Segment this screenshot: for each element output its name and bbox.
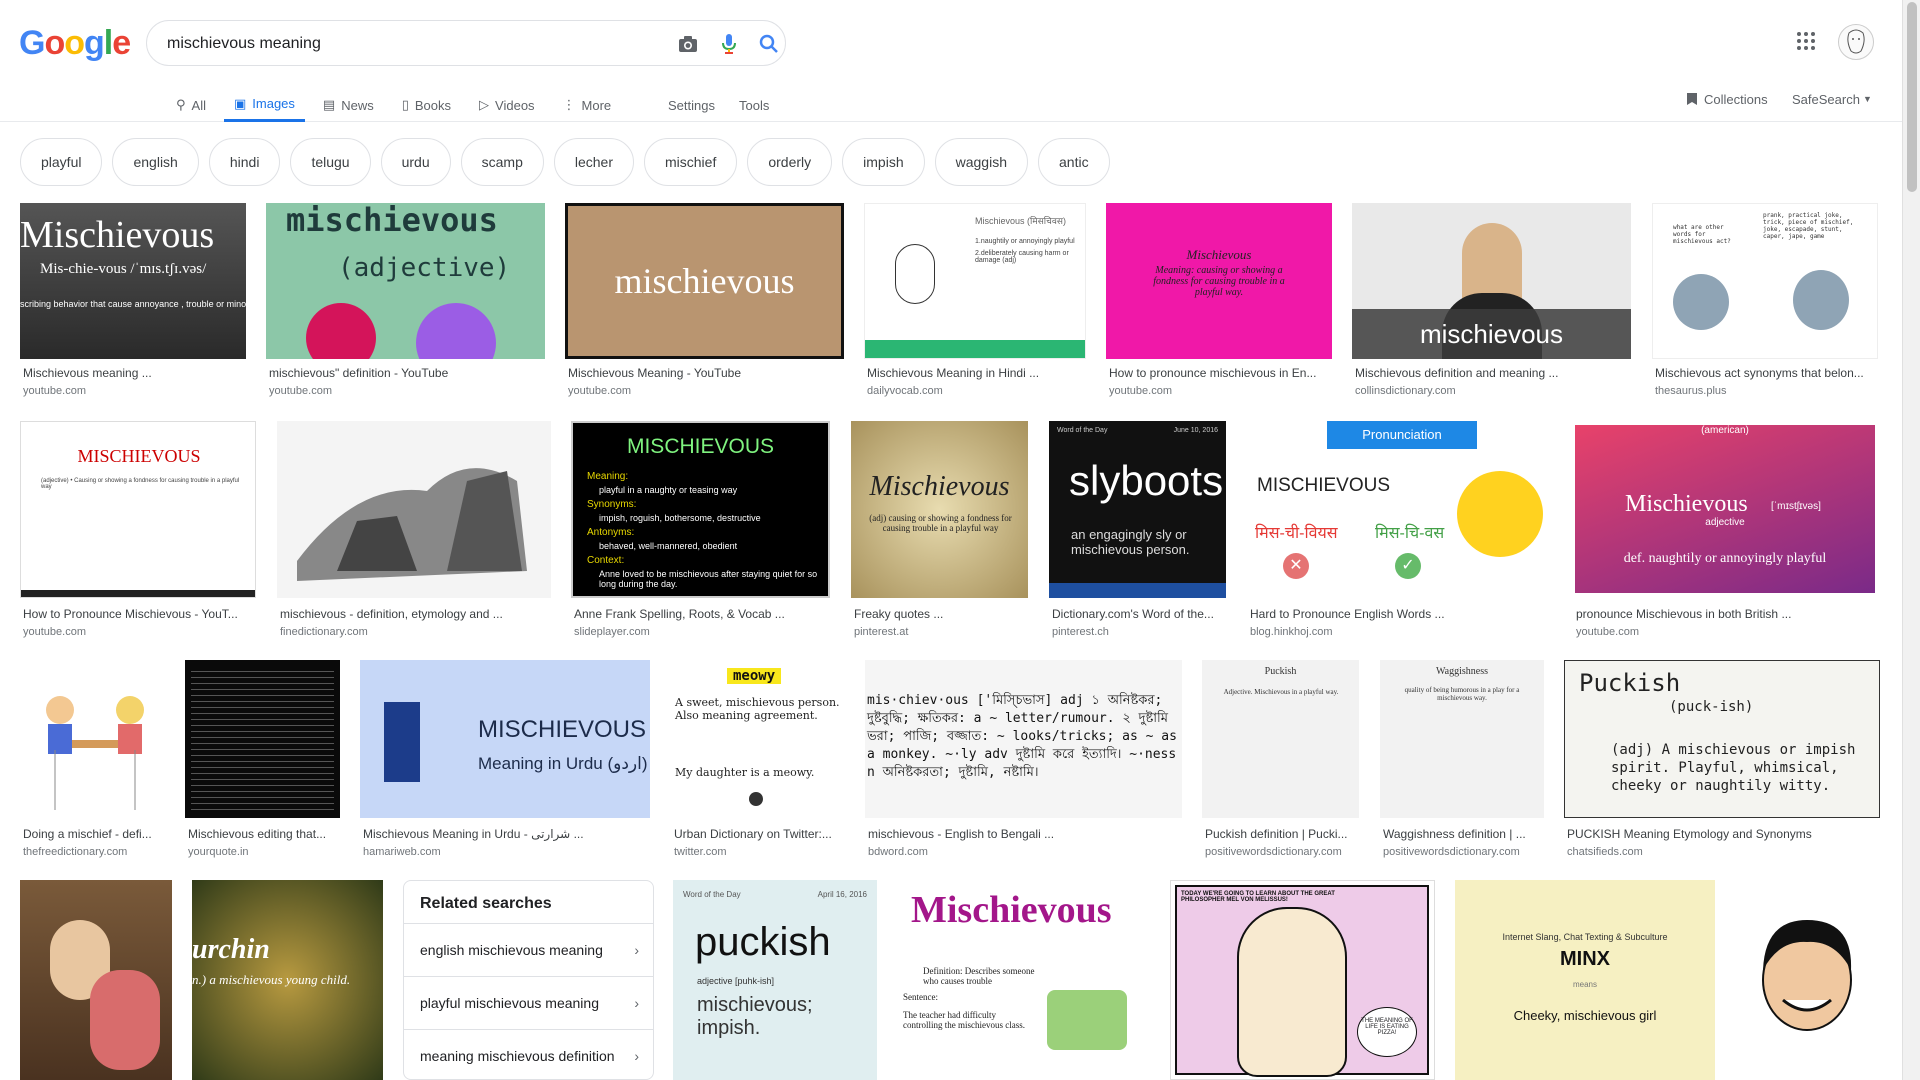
chip[interactable]: lecher — [553, 138, 634, 186]
tools-link[interactable]: Tools — [739, 88, 769, 122]
result-thumbnail[interactable]: (american) Mischievous [ˈmɪstʃɪvəs] adje… — [1573, 421, 1878, 598]
scrollbar-thumb[interactable] — [1907, 2, 1917, 192]
dictionary-book-icon — [384, 702, 420, 782]
search-icon: ⚲ — [176, 97, 186, 112]
tab-images[interactable]: ▣ Images — [223, 88, 305, 122]
tab-all[interactable]: ⚲ All — [166, 88, 216, 122]
kids-at-desk-illustration — [46, 696, 144, 810]
ud-logo-icon — [749, 792, 763, 806]
chip[interactable]: mischief — [644, 138, 738, 186]
chip[interactable]: antic — [1038, 138, 1110, 186]
result-thumbnail[interactable]: Waggishness quality of being humorous in… — [1380, 660, 1544, 818]
related-search-item[interactable]: english mischievous meaning › — [404, 923, 653, 975]
chevron-right-icon: › — [634, 941, 639, 958]
page-scrollbar[interactable] — [1902, 0, 1920, 1080]
result-thumbnail[interactable] — [20, 880, 172, 1080]
result-thumbnail[interactable] — [277, 421, 551, 598]
result-thumbnail[interactable]: Pronunciation MISCHIEVOUS मिस-ची-वियस मि… — [1247, 421, 1552, 598]
check-icon: ✓ — [1395, 553, 1421, 579]
result-thumbnail[interactable] — [20, 660, 165, 818]
result-thumbnail[interactable]: Word of the Day June 10, 2016 slyboots a… — [1049, 421, 1226, 598]
result-thumbnail[interactable]: MISCHIEVOUS Meaning in Urdu (اردو) — [360, 660, 650, 818]
collections-link[interactable]: Collections — [1686, 88, 1768, 110]
chip[interactable]: english — [112, 138, 199, 186]
result-thumbnail[interactable]: mis·chiev·ous ['মিস্চিভাস] adj ১ অনিষ্টক… — [865, 660, 1182, 818]
google-logo[interactable]: Google — [19, 24, 131, 63]
tab-more[interactable]: ⋮ More — [553, 88, 622, 122]
apps-grid-icon[interactable] — [1796, 31, 1820, 55]
more-icon: ⋮ — [562, 97, 576, 112]
quote-text-block — [191, 666, 334, 812]
chip[interactable]: playful — [20, 138, 103, 186]
result-thumbnail[interactable]: MISCHIEVOUS Meaning: playful in a naught… — [571, 421, 830, 598]
result-thumbnail[interactable]: Internet Slang, Chat Texting & Subcultur… — [1455, 880, 1715, 1080]
chip[interactable]: telugu — [290, 138, 371, 186]
result-thumbnail[interactable]: mischievous — [565, 203, 844, 359]
chip[interactable]: hindi — [208, 138, 281, 186]
result-thumbnail[interactable] — [185, 660, 340, 818]
result-thumbnail[interactable]: Mischievous (adj) causing or showing a f… — [851, 421, 1028, 598]
microphone-icon[interactable] — [717, 32, 741, 56]
book-icon: ▯ — [401, 97, 409, 112]
philosopher-cartoon — [1237, 907, 1347, 1077]
result-thumbnail[interactable]: MISCHIEVOUS (adjective) • Causing or sho… — [20, 421, 256, 598]
tab-news[interactable]: ▤ News — [313, 88, 384, 122]
result-thumbnail[interactable]: Mischievous Meaning: causing or showing … — [1106, 203, 1332, 359]
chip[interactable]: scamp — [460, 138, 544, 186]
pigeon-illustration — [1673, 274, 1729, 330]
grinning-cartoon-face — [1762, 920, 1852, 1031]
devil-emoji-icon — [306, 303, 376, 359]
chip[interactable]: urdu — [380, 138, 451, 186]
chip[interactable]: impish — [842, 138, 925, 186]
camera-icon[interactable] — [676, 32, 700, 56]
result-thumbnail[interactable]: urchin n.) a mischievous young child. — [192, 880, 383, 1080]
result-thumbnail[interactable]: Mischievous Mis-chie-vous /ˈmɪs.tʃɪ.vəs/… — [20, 203, 246, 359]
header: Google ⚲All ▣Images ▤News ▯Books ▷Videos… — [0, 0, 1902, 122]
result-thumbnail[interactable]: Puckish Adjective. Mischievous in a play… — [1202, 660, 1359, 818]
result-thumbnail[interactable]: meowy A sweet, mischievous person. Also … — [671, 660, 844, 818]
news-icon: ▤ — [322, 97, 336, 112]
tab-videos[interactable]: ▷ Videos — [469, 88, 545, 122]
thinking-emoji-icon — [1457, 471, 1543, 557]
result-thumbnail[interactable]: Puckish (puck-ish) (adj) A mischievous o… — [1564, 660, 1880, 818]
bookmark-icon — [1687, 93, 1697, 105]
result-thumbnail[interactable]: Word of the Day April 16, 2016 puckish a… — [673, 880, 877, 1080]
result-thumbnail[interactable]: mischievous (adjective) — [266, 203, 545, 359]
result-thumbnail[interactable] — [1735, 880, 1880, 1080]
smiley-emoji-icon — [416, 303, 496, 359]
related-searches-panel: Related searches english mischievous mea… — [403, 880, 654, 1080]
search-tabs: ⚲ All ▣ Images ▤ News ▯ Books ▷ Videos ⋮ More — [166, 88, 629, 122]
chevron-right-icon: › — [634, 1047, 639, 1064]
search-input[interactable] — [167, 32, 637, 56]
dogs-engraving — [297, 468, 527, 581]
wrong-icon: ✕ — [1283, 553, 1309, 579]
chip[interactable]: orderly — [747, 138, 833, 186]
caret-down-icon: ▼ — [1862, 94, 1872, 104]
search-icon[interactable] — [757, 32, 781, 56]
related-search-item[interactable]: playful mischievous meaning › — [404, 976, 653, 1028]
settings-link[interactable]: Settings — [668, 88, 715, 122]
search-box — [146, 20, 786, 66]
tab-books[interactable]: ▯ Books — [392, 88, 461, 122]
classroom-illustration — [1047, 990, 1127, 1050]
result-thumbnail[interactable]: Mischievous Definition: Describes someon… — [897, 880, 1150, 1080]
related-search-item[interactable]: meaning mischievous definition › — [404, 1029, 653, 1080]
chip[interactable]: waggish — [934, 138, 1028, 186]
image-icon: ▣ — [233, 95, 247, 111]
safesearch-dropdown[interactable]: SafeSearch ▼ — [1792, 88, 1872, 110]
result-thumbnail[interactable]: TODAY WE'RE GOING TO LEARN ABOUT THE GRE… — [1170, 880, 1435, 1080]
result-thumbnail[interactable]: mischievous — [1352, 203, 1631, 359]
video-icon: ▷ — [479, 97, 490, 112]
chef-illustration — [895, 244, 935, 304]
result-thumbnail[interactable]: Mischievous (मिसचिवस) 1.naughtily or ann… — [864, 203, 1086, 359]
pigeon-illustration — [1793, 270, 1849, 330]
refinement-chips: playful english hindi telugu urdu scamp … — [20, 138, 1120, 186]
result-thumbnail[interactable]: what are other words for mischievous act… — [1652, 203, 1878, 359]
chevron-right-icon: › — [634, 994, 639, 1011]
account-avatar[interactable] — [1838, 24, 1874, 60]
